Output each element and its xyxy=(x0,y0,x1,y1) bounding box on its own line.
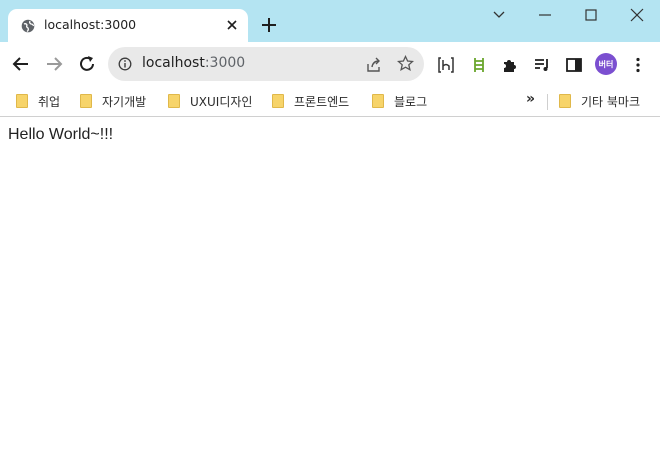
url-port: :3000 xyxy=(204,55,246,71)
other-bookmarks-label: 기타 북마크 xyxy=(581,94,641,109)
address-bar[interactable]: localhost:3000 xyxy=(108,47,424,81)
folder-icon xyxy=(168,94,180,108)
reload-icon[interactable] xyxy=(77,54,97,74)
page-text: Hello World~!!! xyxy=(8,126,114,143)
minimize-icon[interactable] xyxy=(533,6,557,24)
puzzle-icon[interactable] xyxy=(501,56,519,74)
bookmark-folder[interactable]: 프론트엔드 xyxy=(272,90,349,112)
sidepanel-icon[interactable] xyxy=(565,56,583,74)
arrow-right-icon[interactable] xyxy=(44,54,64,74)
folder-icon xyxy=(80,94,92,108)
bookmarks-bar: 취업 자기개발 UXUI디자인 프론트엔드 블로그 » 기타 북마크 xyxy=(0,87,660,117)
bookmark-label: 자기개발 xyxy=(102,94,147,109)
bookmark-label: UXUI디자인 xyxy=(190,94,253,109)
browser-toolbar: localhost:3000 버터 xyxy=(0,42,660,87)
bookmark-folder[interactable]: 자기개발 xyxy=(80,90,146,112)
new-tab-button[interactable] xyxy=(260,16,278,34)
bookmarks-overflow-button[interactable]: » xyxy=(526,91,535,107)
tab-title: localhost:3000 xyxy=(44,17,137,32)
star-icon[interactable] xyxy=(397,55,414,72)
maximize-icon[interactable] xyxy=(579,6,603,24)
share-icon[interactable] xyxy=(365,56,382,73)
ladder-icon[interactable] xyxy=(470,56,488,74)
bookmarks-divider xyxy=(547,94,548,110)
folder-icon xyxy=(372,94,384,108)
close-icon[interactable] xyxy=(224,17,240,33)
folder-icon xyxy=(16,94,28,108)
bookmark-label: 취업 xyxy=(38,94,61,109)
more-vert-icon[interactable] xyxy=(629,56,647,74)
other-bookmarks-folder[interactable]: 기타 북마크 xyxy=(559,90,640,112)
bookmark-folder[interactable]: UXUI디자인 xyxy=(168,90,252,112)
globe-icon xyxy=(21,19,35,33)
bookmark-label: 프론트엔드 xyxy=(294,94,350,109)
bookmark-label: 블로그 xyxy=(394,94,428,109)
folder-icon xyxy=(272,94,284,108)
window-close-icon[interactable] xyxy=(625,6,649,24)
avatar[interactable]: 버터 xyxy=(595,53,617,75)
info-icon[interactable] xyxy=(118,57,132,71)
browser-tab[interactable]: localhost:3000 xyxy=(8,9,248,43)
title-bar: localhost:3000 xyxy=(0,0,660,43)
bracket-h-icon[interactable] xyxy=(437,56,455,74)
bookmark-folder[interactable]: 취업 xyxy=(16,90,60,112)
bookmark-folder[interactable]: 블로그 xyxy=(372,90,427,112)
arrow-left-icon[interactable] xyxy=(11,54,31,74)
url-host: localhost xyxy=(142,55,205,71)
url-text[interactable]: localhost:3000 xyxy=(142,55,245,71)
chevron-down-icon[interactable] xyxy=(487,6,511,24)
folder-icon xyxy=(559,94,571,108)
page-content: Hello World~!!! xyxy=(0,118,660,457)
playlist-icon[interactable] xyxy=(533,56,551,74)
